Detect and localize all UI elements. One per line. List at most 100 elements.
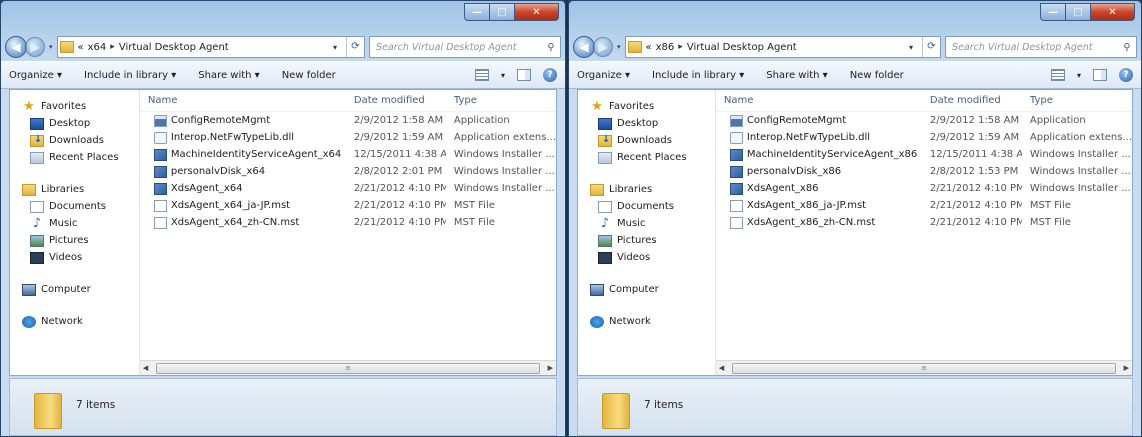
forward-button[interactable]: ▶ xyxy=(593,37,613,57)
organize-menu[interactable]: Organize ▾ xyxy=(577,70,630,81)
table-row[interactable]: XdsAgent_x86 2/21/2012 4:10 PM Windows Ins… xyxy=(716,180,1132,197)
scroll-right-icon[interactable]: ▶ xyxy=(1124,364,1129,372)
change-view-icon[interactable] xyxy=(474,69,489,81)
view-dropdown-icon[interactable]: ▾ xyxy=(1077,71,1081,80)
column-header-type[interactable]: Type xyxy=(446,95,556,106)
table-row[interactable]: MachineIdentityServiceAgent_x64 12/15/201… xyxy=(140,146,556,163)
preview-pane-icon[interactable] xyxy=(1093,69,1107,81)
address-bar[interactable]: « x64 ▸ Virtual Desktop Agent ▾ ⟳ xyxy=(56,36,365,58)
column-header-date-modified[interactable]: Date modified xyxy=(922,95,1022,106)
change-view-icon[interactable] xyxy=(1050,69,1065,81)
nav-network[interactable]: Network xyxy=(578,313,715,330)
table-row[interactable]: MachineIdentityServiceAgent_x86 12/15/201… xyxy=(716,146,1132,163)
table-row[interactable]: Interop.NetFwTypeLib.dll 2/9/2012 1:59 AM… xyxy=(140,129,556,146)
nav-downloads[interactable]: Downloads xyxy=(10,132,139,149)
nav-downloads[interactable]: Downloads xyxy=(578,132,715,149)
nav-music[interactable]: ♪ Music xyxy=(10,215,139,232)
back-button[interactable]: ◀ xyxy=(573,36,595,58)
breadcrumb-separator-icon[interactable]: ▸ xyxy=(110,42,115,52)
nav-favorites[interactable]: ★ Favorites xyxy=(578,98,715,115)
nav-libraries[interactable]: Libraries xyxy=(10,181,139,198)
minimize-button[interactable]: — xyxy=(464,3,490,21)
nav-documents[interactable]: Documents xyxy=(578,198,715,215)
scrollbar-thumb[interactable]: ≡ xyxy=(732,362,1116,374)
column-header-name[interactable]: Name xyxy=(716,95,922,106)
include-in-library-menu[interactable]: Include in library ▾ xyxy=(84,70,176,81)
horizontal-scrollbar[interactable]: ◀ ≡ ▶ xyxy=(715,360,1132,375)
close-button[interactable]: ✕ xyxy=(1091,3,1135,21)
column-header-date-modified[interactable]: Date modified xyxy=(346,95,446,106)
back-button[interactable]: ◀ xyxy=(5,36,27,58)
table-row[interactable]: XdsAgent_x64_zh-CN.mst 2/21/2012 4:10 PM M… xyxy=(140,214,556,231)
search-icon[interactable]: ⚲ xyxy=(542,42,560,53)
nav-documents[interactable]: Documents xyxy=(10,198,139,215)
nav-favorites[interactable]: ★ Favorites xyxy=(10,98,139,115)
file-name: XdsAgent_x64_zh-CN.mst xyxy=(170,217,300,228)
address-dropdown-icon[interactable]: ▾ xyxy=(328,43,342,52)
organize-menu[interactable]: Organize ▾ xyxy=(9,70,62,81)
close-button[interactable]: ✕ xyxy=(515,3,559,21)
maximize-button[interactable]: □ xyxy=(490,3,515,21)
nav-pictures[interactable]: Pictures xyxy=(10,232,139,249)
table-row[interactable]: XdsAgent_x86_ja-JP.mst 2/21/2012 4:10 PM M… xyxy=(716,197,1132,214)
share-with-menu[interactable]: Share with ▾ xyxy=(198,70,259,81)
address-dropdown-icon[interactable]: ▾ xyxy=(904,43,918,52)
share-with-menu[interactable]: Share with ▾ xyxy=(766,70,827,81)
refresh-icon[interactable]: ⟳ xyxy=(346,37,364,57)
help-icon[interactable]: ? xyxy=(1119,68,1133,82)
nav-libraries[interactable]: Libraries xyxy=(578,181,715,198)
include-in-library-menu[interactable]: Include in library ▾ xyxy=(652,70,744,81)
breadcrumb-current[interactable]: Virtual Desktop Agent xyxy=(687,42,797,53)
table-row[interactable]: Interop.NetFwTypeLib.dll 2/9/2012 1:59 AM… xyxy=(716,129,1132,146)
scroll-right-icon[interactable]: ▶ xyxy=(548,364,553,372)
table-row[interactable]: personalvDisk_x86 2/8/2012 1:53 PM Windows… xyxy=(716,163,1132,180)
new-folder-button[interactable]: New folder xyxy=(850,70,904,81)
scroll-left-icon[interactable]: ◀ xyxy=(143,364,148,372)
minimize-button[interactable]: — xyxy=(1040,3,1066,21)
table-row[interactable]: ConfigRemoteMgmt 2/9/2012 1:58 AM Applicat… xyxy=(140,112,556,129)
nav-videos[interactable]: Videos xyxy=(578,249,715,266)
scrollbar-thumb[interactable]: ≡ xyxy=(156,362,540,374)
table-row[interactable]: XdsAgent_x64_ja-JP.mst 2/21/2012 4:10 PM M… xyxy=(140,197,556,214)
breadcrumb-separator-icon[interactable]: ▸ xyxy=(678,42,683,52)
nav-network[interactable]: Network xyxy=(10,313,139,330)
nav-recent-places[interactable]: Recent Places xyxy=(10,149,139,166)
maximize-button[interactable]: □ xyxy=(1066,3,1091,21)
help-icon[interactable]: ? xyxy=(543,68,557,82)
documents-icon xyxy=(30,200,44,213)
preview-pane-icon[interactable] xyxy=(517,69,531,81)
breadcrumb-root[interactable]: « xyxy=(78,42,84,53)
horizontal-scrollbar[interactable]: ◀ ≡ ▶ xyxy=(139,360,556,375)
breadcrumb-root[interactable]: « xyxy=(646,42,652,53)
table-row[interactable]: XdsAgent_x86_zh-CN.mst 2/21/2012 4:10 PM M… xyxy=(716,214,1132,231)
refresh-icon[interactable]: ⟳ xyxy=(922,37,940,57)
new-folder-button[interactable]: New folder xyxy=(282,70,336,81)
search-icon[interactable]: ⚲ xyxy=(1118,42,1136,53)
address-bar[interactable]: « x86 ▸ Virtual Desktop Agent ▾ ⟳ xyxy=(624,36,941,58)
table-row[interactable]: ConfigRemoteMgmt 2/9/2012 1:58 AM Applicat… xyxy=(716,112,1132,129)
title-bar[interactable]: — □ ✕ xyxy=(569,1,1141,33)
breadcrumb-current[interactable]: Virtual Desktop Agent xyxy=(119,42,229,53)
recent-pages-dropdown[interactable]: ▾ xyxy=(49,43,53,51)
nav-recent-places[interactable]: Recent Places xyxy=(578,149,715,166)
table-row[interactable]: personalvDisk_x64 2/8/2012 2:01 PM Windows… xyxy=(140,163,556,180)
nav-computer[interactable]: Computer xyxy=(578,281,715,298)
forward-button[interactable]: ▶ xyxy=(25,37,45,57)
column-header-type[interactable]: Type xyxy=(1022,95,1132,106)
nav-pictures[interactable]: Pictures xyxy=(578,232,715,249)
scroll-left-icon[interactable]: ◀ xyxy=(719,364,724,372)
recent-pages-dropdown[interactable]: ▾ xyxy=(617,43,621,51)
column-header-name[interactable]: Name xyxy=(140,95,346,106)
nav-desktop[interactable]: Desktop xyxy=(10,115,139,132)
view-dropdown-icon[interactable]: ▾ xyxy=(501,71,505,80)
nav-music[interactable]: ♪ Music xyxy=(578,215,715,232)
breadcrumb-parent[interactable]: x86 xyxy=(656,42,675,53)
title-bar[interactable]: — □ ✕ xyxy=(1,1,565,33)
search-input[interactable]: Search Virtual Desktop Agent ⚲ xyxy=(369,36,561,58)
nav-desktop[interactable]: Desktop xyxy=(578,115,715,132)
nav-videos[interactable]: Videos xyxy=(10,249,139,266)
breadcrumb-parent[interactable]: x64 xyxy=(88,42,107,53)
nav-computer[interactable]: Computer xyxy=(10,281,139,298)
table-row[interactable]: XdsAgent_x64 2/21/2012 4:10 PM Windows Ins… xyxy=(140,180,556,197)
search-input[interactable]: Search Virtual Desktop Agent ⚲ xyxy=(945,36,1137,58)
